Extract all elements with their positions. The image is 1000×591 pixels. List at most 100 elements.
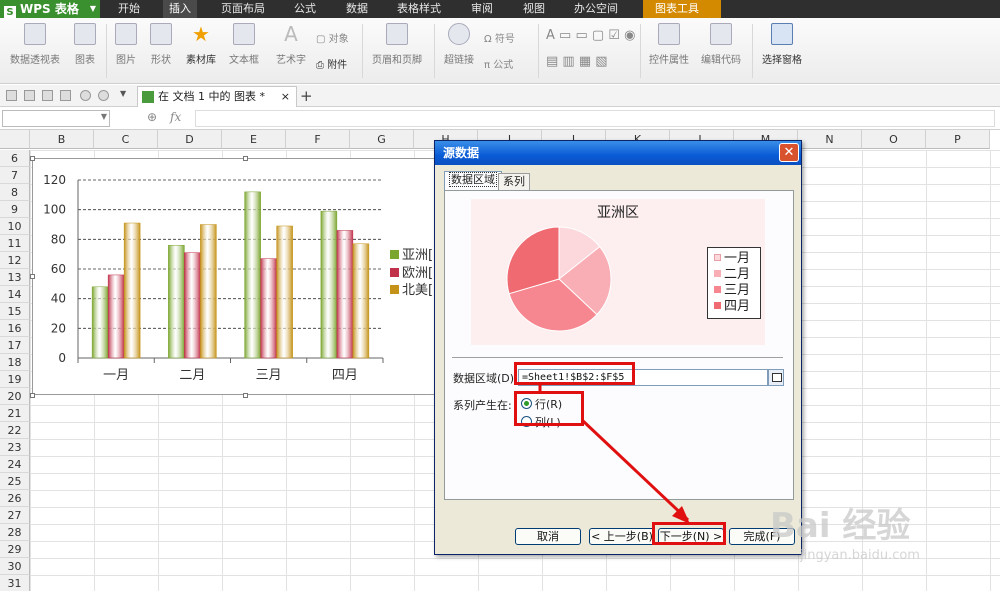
picture-button[interactable]: 图片 bbox=[112, 23, 140, 66]
row-header-12[interactable]: 12 bbox=[0, 252, 30, 269]
row-header-26[interactable]: 26 bbox=[0, 490, 30, 507]
column-header-P[interactable]: P bbox=[926, 130, 990, 149]
resize-handle[interactable] bbox=[243, 156, 248, 161]
ribbon-separator bbox=[434, 24, 435, 78]
menu-data[interactable]: 数据 bbox=[346, 0, 368, 18]
row-header-27[interactable]: 27 bbox=[0, 507, 30, 524]
row-header-18[interactable]: 18 bbox=[0, 354, 30, 371]
column-header-C[interactable]: C bbox=[94, 130, 158, 149]
column-header-D[interactable]: D bbox=[158, 130, 222, 149]
row-header-14[interactable]: 14 bbox=[0, 286, 30, 303]
close-icon[interactable]: × bbox=[281, 87, 290, 107]
redo-icon[interactable] bbox=[98, 90, 109, 101]
new-tab-button[interactable]: + bbox=[300, 87, 313, 105]
menu-view[interactable]: 视图 bbox=[523, 0, 545, 18]
wordart-button[interactable]: A 艺术字 bbox=[272, 23, 310, 66]
resize-handle[interactable] bbox=[243, 393, 248, 398]
print-preview-icon[interactable] bbox=[60, 90, 71, 101]
wps-app-menu-button[interactable]: S WPS 表格 ▼ bbox=[0, 0, 100, 20]
form-controls-row2[interactable]: ▤ ▥ ▦ ▧ bbox=[546, 54, 608, 69]
formula-input[interactable] bbox=[195, 110, 995, 127]
select-all-corner[interactable] bbox=[0, 130, 30, 149]
resize-handle[interactable] bbox=[30, 393, 35, 398]
menu-page-layout[interactable]: 页面布局 bbox=[221, 0, 265, 18]
row-header-8[interactable]: 8 bbox=[0, 184, 30, 201]
menu-insert[interactable]: 插入 bbox=[163, 0, 197, 18]
column-header-N[interactable]: N bbox=[798, 130, 862, 149]
next-step-button[interactable]: 下一步(N) > bbox=[658, 528, 724, 545]
save-icon[interactable] bbox=[24, 90, 35, 101]
series-in-row-radio[interactable]: 行(R) bbox=[521, 396, 562, 412]
previous-step-button[interactable]: < 上一步(B) bbox=[589, 528, 655, 545]
row-header-28[interactable]: 28 bbox=[0, 524, 30, 541]
chart-button[interactable]: 图表 bbox=[70, 23, 100, 66]
row-header-24[interactable]: 24 bbox=[0, 456, 30, 473]
open-icon[interactable] bbox=[6, 90, 17, 101]
row-header-15[interactable]: 15 bbox=[0, 303, 30, 320]
menu-chart-tools[interactable]: 图表工具 bbox=[643, 0, 721, 18]
shapes-button[interactable]: 形状 bbox=[144, 23, 178, 66]
row-header-11[interactable]: 11 bbox=[0, 235, 30, 252]
menu-home[interactable]: 开始 bbox=[118, 0, 140, 18]
clipart-button[interactable]: ★ 素材库 bbox=[182, 23, 220, 66]
menu-formula[interactable]: 公式 bbox=[294, 0, 316, 18]
column-header-B[interactable]: B bbox=[30, 130, 94, 149]
selection-pane-button[interactable]: 选择窗格 bbox=[758, 23, 806, 66]
dialog-title[interactable]: 源数据 bbox=[435, 141, 801, 165]
row-header-31[interactable]: 31 bbox=[0, 575, 30, 591]
control-properties-button[interactable]: 控件属性 bbox=[646, 23, 692, 66]
star-icon: ★ bbox=[192, 22, 210, 46]
fx-icon[interactable]: fx bbox=[170, 110, 181, 124]
row-header-23[interactable]: 23 bbox=[0, 439, 30, 456]
resize-handle[interactable] bbox=[30, 274, 35, 279]
resize-handle[interactable] bbox=[30, 156, 35, 161]
menu-review[interactable]: 审阅 bbox=[471, 0, 493, 18]
formula-button[interactable]: π 公式 bbox=[484, 56, 513, 71]
row-header-13[interactable]: 13 bbox=[0, 269, 30, 286]
row-header-20[interactable]: 20 bbox=[0, 388, 30, 405]
tab-data-range[interactable]: 数据区域 bbox=[444, 171, 502, 190]
row-header-17[interactable]: 17 bbox=[0, 337, 30, 354]
column-header-F[interactable]: F bbox=[286, 130, 350, 149]
row-header-22[interactable]: 22 bbox=[0, 422, 30, 439]
embedded-bar-chart[interactable]: 0 20 40 60 80 100 120 一月 二月 三月 四月 亚洲[ 欧洲[ 北美[ bbox=[32, 158, 438, 395]
row-header-19[interactable]: 19 bbox=[0, 371, 30, 388]
object-label: 对象 bbox=[328, 34, 349, 45]
row-header-29[interactable]: 29 bbox=[0, 541, 30, 558]
column-header-E[interactable]: E bbox=[222, 130, 286, 149]
header-footer-button[interactable]: 页眉和页脚 bbox=[368, 23, 426, 66]
close-icon[interactable]: ✕ bbox=[779, 143, 799, 162]
shapes-label: 形状 bbox=[151, 55, 171, 66]
series-in-column-radio[interactable]: 列(L) bbox=[521, 414, 561, 430]
row-header-6[interactable]: 6 bbox=[0, 150, 30, 167]
menu-table-style[interactable]: 表格样式 bbox=[397, 0, 441, 18]
chevron-down-icon[interactable]: ▼ bbox=[120, 89, 126, 98]
cancel-button[interactable]: 取消 bbox=[515, 528, 581, 545]
tab-series[interactable]: 系列 bbox=[498, 173, 530, 190]
menu-office-space[interactable]: 办公空间 bbox=[574, 0, 618, 18]
row-header-10[interactable]: 10 bbox=[0, 218, 30, 235]
textbox-button[interactable]: 文本框 bbox=[224, 23, 264, 66]
symbol-button[interactable]: Ω 符号 bbox=[484, 30, 515, 45]
data-range-input[interactable]: =Sheet1!$B$2:$F$5 bbox=[518, 369, 768, 386]
print-icon[interactable] bbox=[42, 90, 53, 101]
form-controls-row1[interactable]: A ▭ ▭ ▢ ☑ ◉ bbox=[546, 28, 635, 43]
column-header-G[interactable]: G bbox=[350, 130, 414, 149]
attachment-button[interactable]: ⎙ 附件 bbox=[316, 56, 347, 71]
tab-document[interactable]: 在 文档 1 中的 图表 * × bbox=[137, 86, 297, 107]
undo-icon[interactable] bbox=[80, 90, 91, 101]
collapse-dialog-icon[interactable] bbox=[768, 369, 784, 386]
row-header-25[interactable]: 25 bbox=[0, 473, 30, 490]
row-header-9[interactable]: 9 bbox=[0, 201, 30, 218]
column-header-O[interactable]: O bbox=[862, 130, 926, 149]
row-header-21[interactable]: 21 bbox=[0, 405, 30, 422]
edit-code-button[interactable]: 编辑代码 bbox=[698, 23, 744, 66]
hyperlink-button[interactable]: 超链接 bbox=[440, 23, 478, 66]
row-header-30[interactable]: 30 bbox=[0, 558, 30, 575]
name-box[interactable]: ▼ bbox=[2, 110, 110, 127]
row-header-7[interactable]: 7 bbox=[0, 167, 30, 184]
row-header-16[interactable]: 16 bbox=[0, 320, 30, 337]
object-button[interactable]: ▢ 对象 bbox=[316, 30, 349, 45]
zoom-icon[interactable]: ⊕ bbox=[147, 110, 157, 124]
pivot-table-button[interactable]: 数据透视表 bbox=[6, 23, 64, 66]
